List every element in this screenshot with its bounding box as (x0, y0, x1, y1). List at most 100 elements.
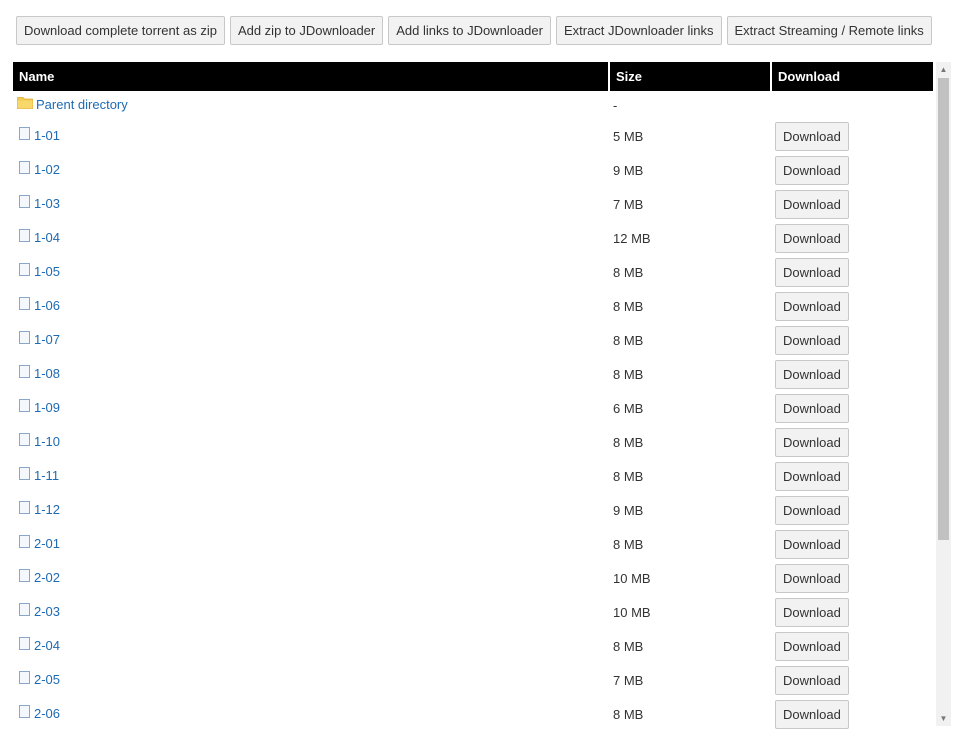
file-link[interactable]: 2-02 (17, 568, 61, 585)
table-row: 1-04 12 MB Download (13, 221, 933, 255)
add-links-jdownloader-button[interactable]: Add links to JDownloader (388, 16, 551, 45)
file-link[interactable]: 1-10 (17, 432, 60, 449)
download-button[interactable]: Download (775, 699, 849, 729)
column-header-name[interactable]: Name (13, 62, 610, 91)
file-size: 6 MB (613, 400, 644, 416)
file-name: 1-08 (34, 365, 61, 381)
file-size: 8 MB (613, 638, 644, 654)
file-size: 8 MB (613, 468, 644, 484)
download-button[interactable]: Download (775, 427, 849, 457)
chevron-up-icon[interactable]: ▲ (936, 62, 951, 77)
download-button[interactable]: Download (775, 223, 849, 253)
file-link[interactable]: 1-08 (17, 364, 61, 381)
table-header-row: Name Size Download (13, 62, 933, 91)
file-name: 1-07 (34, 331, 61, 347)
file-link[interactable]: 1-06 (17, 296, 61, 313)
file-icon (19, 534, 30, 548)
file-name: 2-05 (34, 671, 61, 687)
file-icon (19, 330, 30, 344)
file-size: 9 MB (613, 162, 644, 178)
download-button[interactable]: Download (775, 325, 849, 355)
extract-streaming-links-button[interactable]: Extract Streaming / Remote links (726, 16, 932, 45)
file-icon (19, 296, 30, 310)
table-row: 2-03 10 MB Download (13, 595, 933, 629)
file-name: 2-01 (34, 535, 61, 551)
download-button[interactable]: Download (775, 631, 849, 661)
table-row: 2-06 8 MB Download (13, 697, 933, 731)
download-button[interactable]: Download (775, 121, 849, 151)
table-row: 1-02 9 MB Download (13, 153, 933, 187)
file-name: 1-09 (34, 399, 61, 415)
download-button[interactable]: Download (775, 393, 849, 423)
parent-directory-row: Parent directory - (13, 91, 933, 119)
folder-icon (17, 97, 33, 110)
file-name: 2-02 (34, 569, 61, 585)
download-button[interactable]: Download (775, 189, 849, 219)
file-link[interactable]: 2-03 (17, 602, 61, 619)
file-link[interactable]: 1-12 (17, 500, 60, 517)
download-button[interactable]: Download (775, 597, 849, 627)
table-row: 1-12 9 MB Download (13, 493, 933, 527)
file-name: 2-03 (34, 603, 61, 619)
file-icon (19, 704, 30, 718)
table-row: 1-08 8 MB Download (13, 357, 933, 391)
file-name: 1-01 (34, 127, 61, 143)
file-icon (19, 398, 30, 412)
download-zip-button[interactable]: Download complete torrent as zip (16, 16, 225, 45)
file-link[interactable]: 2-01 (17, 534, 61, 551)
scrollbar-thumb[interactable] (938, 78, 949, 540)
file-link[interactable]: 1-01 (17, 126, 61, 143)
download-button[interactable]: Download (775, 495, 849, 525)
download-button[interactable]: Download (775, 291, 849, 321)
download-button[interactable]: Download (775, 665, 849, 695)
table-row: 2-01 8 MB Download (13, 527, 933, 561)
download-button[interactable]: Download (775, 257, 849, 287)
file-link[interactable]: 1-03 (17, 194, 61, 211)
column-header-size[interactable]: Size (610, 62, 772, 91)
file-size: 8 MB (613, 298, 644, 314)
file-icon (19, 228, 30, 242)
file-icon (19, 262, 30, 276)
chevron-down-icon[interactable]: ▼ (936, 711, 951, 726)
file-name: 1-06 (34, 297, 61, 313)
table-row: 1-03 7 MB Download (13, 187, 933, 221)
file-link[interactable]: 2-06 (17, 704, 60, 721)
file-icon (19, 602, 30, 616)
file-link[interactable]: 1-05 (17, 262, 61, 279)
download-button[interactable]: Download (775, 563, 849, 593)
table-row: 2-02 10 MB Download (13, 561, 933, 595)
file-size: 10 MB (613, 570, 651, 586)
file-link[interactable]: 1-11 (17, 466, 59, 483)
download-button[interactable]: Download (775, 155, 849, 185)
parent-directory-link[interactable]: Parent directory (17, 97, 128, 112)
file-link[interactable]: 1-07 (17, 330, 61, 347)
file-link[interactable]: 1-09 (17, 398, 61, 415)
file-size: 7 MB (613, 196, 644, 212)
download-button[interactable]: Download (775, 529, 849, 559)
vertical-scrollbar[interactable]: ▲ ▼ (936, 62, 951, 726)
file-size: 8 MB (613, 264, 644, 280)
file-link[interactable]: 1-04 (17, 228, 60, 245)
table-row: 2-04 8 MB Download (13, 629, 933, 663)
file-link[interactable]: 1-02 (17, 160, 61, 177)
table-row: 1-05 8 MB Download (13, 255, 933, 289)
download-button[interactable]: Download (775, 359, 849, 389)
parent-directory-label: Parent directory (36, 96, 128, 112)
toolbar: Download complete torrent as zip Add zip… (16, 16, 932, 45)
file-name: 1-03 (34, 195, 61, 211)
file-size: 5 MB (613, 128, 644, 144)
file-icon (19, 568, 30, 582)
file-link[interactable]: 2-05 (17, 670, 61, 687)
file-size: 12 MB (613, 230, 651, 246)
file-name: 1-02 (34, 161, 61, 177)
file-size: 7 MB (613, 672, 644, 688)
extract-jdownloader-links-button[interactable]: Extract JDownloader links (555, 16, 722, 45)
file-name: 1-05 (34, 263, 61, 279)
column-header-download: Download (772, 62, 933, 91)
file-size: 8 MB (613, 706, 644, 722)
add-zip-jdownloader-button[interactable]: Add zip to JDownloader (229, 16, 384, 45)
file-icon (19, 432, 30, 446)
file-link[interactable]: 2-04 (17, 636, 60, 653)
download-button[interactable]: Download (775, 461, 849, 491)
file-size: 8 MB (613, 536, 644, 552)
